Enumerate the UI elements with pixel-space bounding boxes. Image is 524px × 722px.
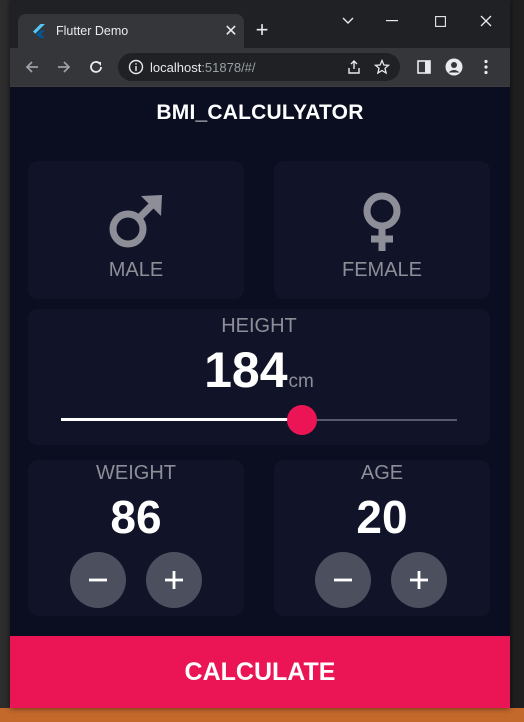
age-increment-button[interactable] <box>391 552 447 608</box>
minimize-icon[interactable] <box>372 4 412 38</box>
calculate-button[interactable]: CALCULATE <box>10 636 510 708</box>
window-close-icon[interactable] <box>466 4 506 38</box>
minus-icon <box>334 578 352 582</box>
age-label: AGE <box>360 462 404 484</box>
close-icon[interactable]: ✕ <box>218 21 244 41</box>
weight-value: 86 <box>110 491 162 543</box>
plus-icon <box>165 571 183 589</box>
height-value: 184 <box>204 342 288 398</box>
slider-track-active <box>61 418 302 421</box>
back-icon[interactable] <box>18 53 46 81</box>
flutter-app: BMI_CALCULYATOR MALE FEMALE HEIGHT 184 c… <box>10 87 510 708</box>
minus-icon <box>89 578 107 582</box>
plus-icon <box>410 571 428 589</box>
height-card: HEIGHT 184 cm <box>28 309 490 445</box>
tab-strip: Flutter Demo ✕ + <box>10 0 510 48</box>
new-tab-icon[interactable]: + <box>250 16 274 44</box>
browser-window: Flutter Demo ✕ + localhost:51878/#/ BMI_… <box>10 0 510 708</box>
tab-flutter-demo[interactable]: Flutter Demo ✕ <box>18 14 244 48</box>
desktop-background-left <box>0 0 10 722</box>
site-info-icon[interactable] <box>128 59 144 75</box>
reload-icon[interactable] <box>82 53 110 81</box>
height-readout: 184 cm <box>28 341 490 399</box>
female-card[interactable]: FEMALE <box>274 161 490 299</box>
forward-icon[interactable] <box>50 53 78 81</box>
browser-toolbar: localhost:51878/#/ <box>10 48 510 87</box>
side-panel-icon[interactable] <box>410 53 438 81</box>
male-label: MALE <box>108 259 164 281</box>
bookmark-star-icon[interactable] <box>374 59 390 75</box>
height-unit: cm <box>288 371 314 392</box>
tab-title: Flutter Demo <box>56 24 129 38</box>
menu-icon[interactable] <box>472 53 500 81</box>
desktop-background-right <box>510 0 524 722</box>
share-icon[interactable] <box>346 59 362 75</box>
age-decrement-button[interactable] <box>315 552 371 608</box>
weight-label: WEIGHT <box>96 462 176 484</box>
app-title: BMI_CALCULYATOR <box>156 101 364 124</box>
weight-increment-button[interactable] <box>146 552 202 608</box>
height-label: HEIGHT <box>221 315 297 337</box>
height-slider[interactable] <box>61 403 457 437</box>
male-card[interactable]: MALE <box>28 161 244 299</box>
flutter-favicon-icon <box>33 24 45 38</box>
chevron-down-icon[interactable] <box>328 4 368 38</box>
age-value: 20 <box>356 491 408 543</box>
weight-card: WEIGHT 86 <box>28 460 244 616</box>
female-icon <box>274 191 490 251</box>
slider-thumb[interactable] <box>287 405 317 435</box>
male-icon <box>28 191 244 251</box>
female-label: FEMALE <box>341 259 423 281</box>
desktop-taskbar-strip <box>0 708 524 722</box>
profile-icon[interactable] <box>440 53 468 81</box>
maximize-icon[interactable] <box>420 4 460 38</box>
url-text: localhost:51878/#/ <box>150 59 256 75</box>
weight-decrement-button[interactable] <box>70 552 126 608</box>
address-bar[interactable]: localhost:51878/#/ <box>118 53 400 81</box>
age-card: AGE 20 <box>274 460 490 616</box>
